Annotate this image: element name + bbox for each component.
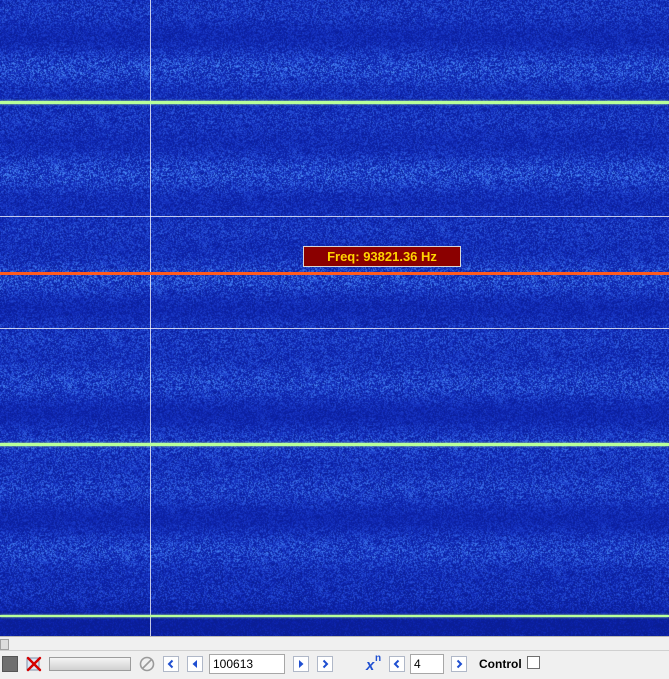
power-label: x xyxy=(366,657,375,674)
stop-icon[interactable] xyxy=(2,656,18,672)
spectrogram-noise xyxy=(0,0,669,636)
triangle-right-icon xyxy=(299,660,304,668)
power-superscript: n xyxy=(375,653,382,664)
last-button[interactable] xyxy=(317,656,333,672)
frequency-readout: Freq: 93821.36 Hz xyxy=(303,246,461,267)
grid-line-horizontal xyxy=(0,328,669,329)
signal-line xyxy=(0,443,669,446)
prev-button[interactable] xyxy=(187,656,203,672)
first-button[interactable] xyxy=(163,656,179,672)
no-entry-icon[interactable] xyxy=(138,655,156,673)
control-label: Control xyxy=(479,657,522,671)
scrollbar-thumb[interactable] xyxy=(0,639,9,650)
playback-progress-bar xyxy=(49,657,131,671)
control-checkbox[interactable] xyxy=(527,656,540,669)
chevron-left-icon xyxy=(167,659,174,669)
sample-position-input[interactable]: 100613 xyxy=(209,654,285,674)
grid-line-horizontal xyxy=(0,216,669,217)
power-icon[interactable]: x n xyxy=(364,653,384,674)
clear-icon[interactable] xyxy=(25,655,43,673)
triangle-left-icon xyxy=(192,660,197,668)
signal-line xyxy=(0,615,669,617)
horizontal-scrollbar[interactable] xyxy=(0,636,669,650)
next-button[interactable] xyxy=(293,656,309,672)
signal-line xyxy=(0,101,669,104)
power-input[interactable]: 4 xyxy=(410,654,444,674)
spectrogram-view[interactable]: Freq: 93821.36 Hz xyxy=(0,0,669,636)
chevron-left-icon xyxy=(393,659,400,669)
playback-toolbar: 100613 x n 4 Control xyxy=(0,650,669,679)
chevron-right-icon xyxy=(456,659,463,669)
power-decrease-button[interactable] xyxy=(389,656,405,672)
chevron-right-icon xyxy=(322,659,329,669)
grid-line-vertical xyxy=(150,0,151,636)
power-increase-button[interactable] xyxy=(451,656,467,672)
frequency-marker-line[interactable] xyxy=(0,272,669,275)
